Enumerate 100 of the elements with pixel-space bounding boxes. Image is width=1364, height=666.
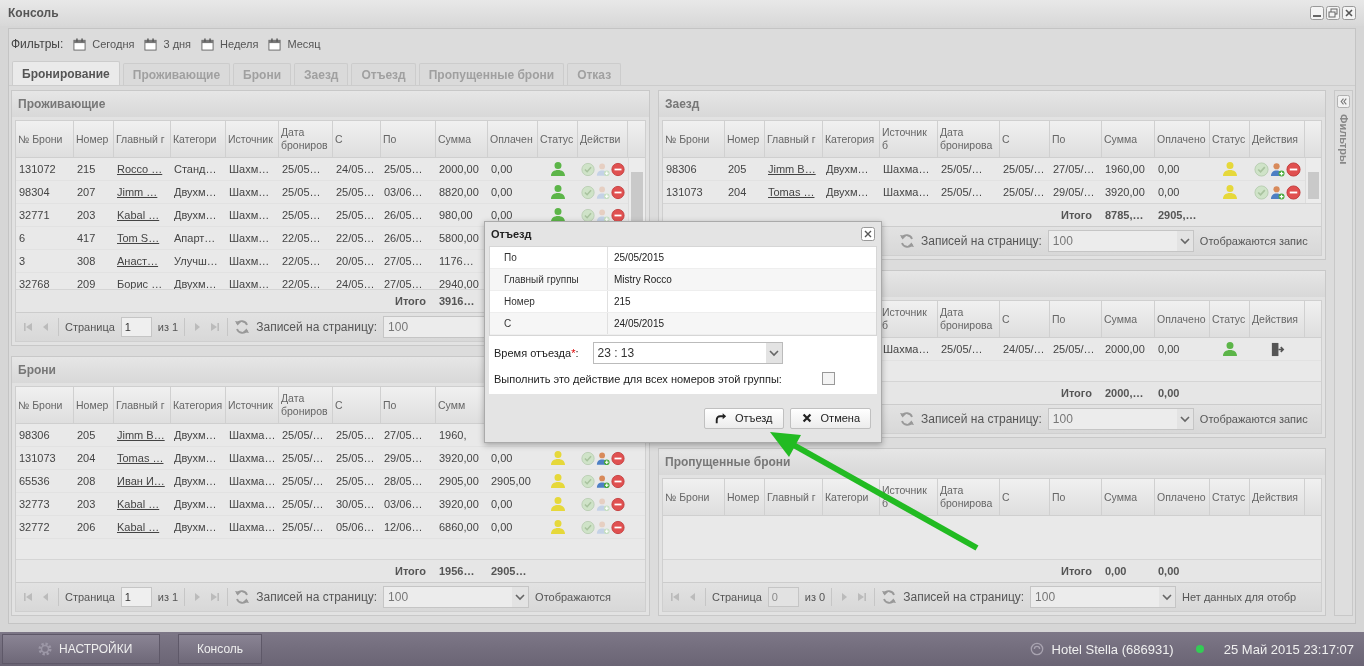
paging-info: Отображаются запис	[1199, 413, 1308, 425]
table-cell-text: 03/06…	[383, 497, 424, 512]
page-size-label: Записей на страницу:	[921, 234, 1042, 248]
table-cell-text: 28/05…	[383, 474, 424, 489]
table-cell-text: 0,00	[1157, 342, 1181, 357]
paging-info: Отображаются запис	[1199, 235, 1308, 247]
table-cell-text: 03/06…	[383, 185, 424, 200]
page-count: из 1	[157, 321, 179, 333]
table-cell-text: 26/05…	[383, 208, 424, 223]
total-value: 0,00	[1157, 386, 1181, 401]
table-cell-text: 980,00	[438, 208, 474, 223]
table-cell-text: Двухм…	[173, 185, 218, 200]
table-cell-text: 27/05/…	[1052, 162, 1096, 177]
table-cell-text: Шахма…	[882, 162, 931, 177]
panel-title: Пропущенные брони	[665, 455, 791, 469]
table-cell-text: 24/05/…	[1002, 342, 1046, 357]
table-cell-text: 20/05…	[335, 254, 376, 269]
total-value: 2000,…	[1104, 386, 1145, 401]
panel-title: Брони	[18, 363, 56, 377]
table-cell-text: 131072	[18, 162, 57, 177]
table-cell-text: 203	[76, 208, 97, 223]
table-cell-text: 131073	[18, 451, 57, 466]
dialog-title: Отъезд	[491, 228, 532, 240]
table-cell-text: 24/05…	[335, 162, 376, 177]
detail-value: 215	[613, 295, 631, 309]
table-cell-text: 98304	[18, 185, 51, 200]
total-value: 0,00	[1157, 564, 1181, 579]
table-cell-text: 25/05…	[281, 162, 322, 177]
table-cell-text: 32768	[18, 277, 51, 289]
page-label: Страница	[65, 321, 115, 333]
totals-label: Итого	[393, 564, 427, 579]
page-label: Страница	[65, 591, 115, 603]
table-cell-text: 0,00	[490, 208, 514, 223]
table-cell-text: 8820,00	[438, 185, 480, 200]
detail-label: По	[490, 247, 608, 268]
table-cell-text: 32771	[18, 208, 51, 223]
detail-value: 24/05/2015	[613, 317, 665, 331]
table-cell-text: 2000,00	[438, 162, 480, 177]
table-cell-text: Шахма…	[882, 185, 931, 200]
table-cell-text: Двухм…	[173, 497, 218, 512]
table-cell-text: 6860,00	[438, 520, 480, 535]
table-cell-text: 1960,00	[1104, 162, 1146, 177]
table-cell-text: Двухм…	[173, 428, 218, 443]
table-cell-text: Апарт…	[173, 231, 217, 246]
totals-label: Итого	[1059, 386, 1093, 401]
table-cell-text: Шахма…	[228, 428, 277, 443]
table-cell-text: Шахм…	[228, 254, 271, 269]
table-cell-text: 208	[76, 474, 97, 489]
table-cell-text: 209	[76, 277, 97, 289]
table-cell-text: 29/05/…	[1052, 185, 1096, 200]
date-time: 25 Май 2015 23:17:07	[1223, 641, 1354, 657]
totals-label: Итого	[1059, 564, 1093, 579]
table-cell-text: 26/05…	[383, 231, 424, 246]
table-cell-text: Двухм…	[825, 185, 870, 200]
table-cell-text: 2940,00	[438, 277, 480, 289]
table-cell-text: 25/05/…	[1002, 185, 1046, 200]
table-cell-text: 98306	[665, 162, 698, 177]
detail-label: Номер	[490, 291, 608, 312]
table-cell-text: Двухм…	[173, 520, 218, 535]
table-cell-text: 29/05…	[383, 451, 424, 466]
window-title: Консоль	[8, 6, 59, 20]
page-size-label: Записей на страницу:	[903, 590, 1025, 604]
table-cell-text: 308	[76, 254, 97, 269]
totals-label: Итого	[1059, 208, 1093, 223]
table-cell-text: 25/05/…	[940, 342, 984, 357]
table-cell-text: 25/05…	[335, 428, 376, 443]
table-cell-text: 22/05…	[281, 231, 322, 246]
table-cell-text: 0,00	[490, 185, 514, 200]
table-cell-text: 1960,	[438, 428, 468, 443]
table-cell-text: 203	[76, 497, 97, 512]
table-cell-text: 25/05/…	[940, 185, 984, 200]
table-cell-text: 205	[76, 428, 97, 443]
table-cell-text: 131073	[665, 185, 704, 200]
table-cell-text: 25/05…	[335, 208, 376, 223]
table-cell-text: 27/05…	[383, 254, 424, 269]
table-cell-text: 25/05/…	[940, 162, 984, 177]
table-cell-text: 27/05…	[383, 277, 424, 289]
table-cell-text: Двухм…	[173, 208, 218, 223]
table-cell-text: 6	[18, 231, 27, 246]
table-cell-text: Шахм…	[228, 208, 271, 223]
page-size-label: Записей на страницу:	[921, 412, 1042, 426]
table-cell-text: 206	[76, 520, 97, 535]
table-cell-text: 25/05/…	[281, 451, 325, 466]
table-cell-text: 25/05/…	[281, 474, 325, 489]
table-cell-text: 25/05…	[335, 451, 376, 466]
totals-label: Итого	[393, 294, 427, 309]
total-value: 3916…	[438, 294, 476, 309]
panel-title: Проживающие	[18, 97, 106, 111]
table-cell-text: 0,00	[490, 162, 514, 177]
table-cell-text: 25/05…	[383, 162, 424, 177]
table-cell-text: 32773	[18, 497, 51, 512]
table-cell-text: Шахма…	[228, 497, 277, 512]
paging-info: Нет данных для отобр	[1182, 591, 1297, 603]
table-cell-text: 1176…	[438, 254, 475, 269]
total-value: 8785,…	[1104, 208, 1145, 223]
table-cell-text: Улучш…	[173, 254, 219, 269]
table-cell-text: 205	[727, 162, 748, 177]
table-cell-text: 0,00	[1157, 162, 1181, 177]
table-cell-text: 32772	[18, 520, 51, 535]
table-cell-text: Двухм…	[173, 451, 218, 466]
